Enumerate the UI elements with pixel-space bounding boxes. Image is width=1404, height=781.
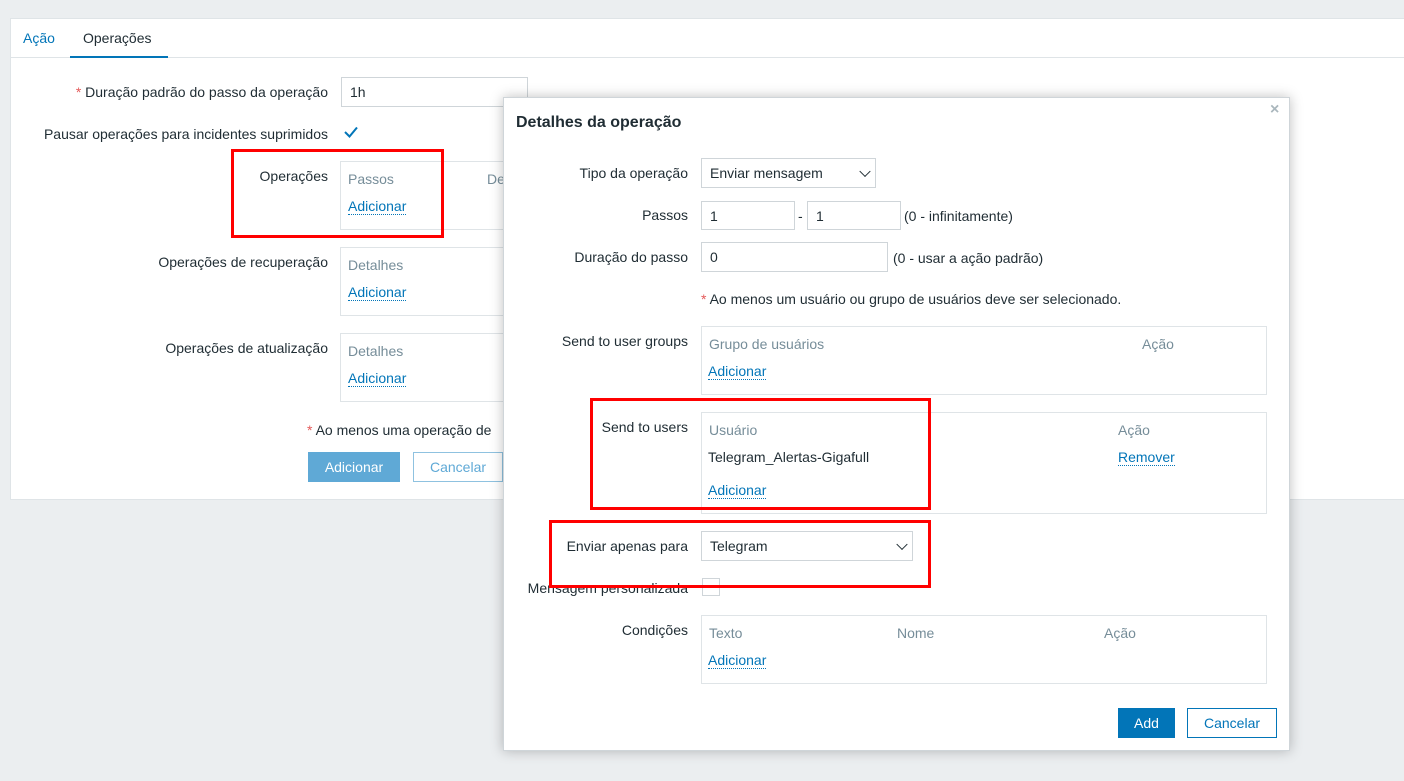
operations-add-link[interactable]: Adicionar bbox=[348, 198, 407, 215]
active-tab-indicator bbox=[70, 56, 168, 58]
send-only-to-select[interactable]: Telegram bbox=[701, 531, 913, 561]
users-row-remove-link[interactable]: Remover bbox=[1118, 449, 1175, 466]
user-groups-add-link[interactable]: Adicionar bbox=[708, 363, 767, 380]
send-only-to-label: Enviar apenas para bbox=[566, 538, 688, 554]
operations-required-note: * Ao menos uma operação de bbox=[307, 422, 492, 438]
pause-suppressed-checkbox[interactable] bbox=[342, 123, 360, 141]
conditions-col-name: Nome bbox=[897, 625, 935, 641]
chevron-down-icon bbox=[859, 165, 871, 178]
default-step-duration-label: * Duração padrão do passo da operação bbox=[75, 84, 328, 100]
tab-operacoes[interactable]: Operações bbox=[83, 30, 151, 46]
step-duration-input[interactable]: 0 bbox=[701, 242, 888, 272]
steps-from-input[interactable]: 1 bbox=[701, 201, 795, 230]
checkmark-icon bbox=[344, 126, 358, 138]
chevron-down-icon bbox=[896, 538, 908, 551]
recovery-operations-label: Operações de recuperação bbox=[158, 254, 328, 270]
form-add-button[interactable]: Adicionar bbox=[308, 452, 400, 482]
steps-label: Passos bbox=[642, 207, 688, 223]
recovery-add-link[interactable]: Adicionar bbox=[348, 284, 407, 301]
users-col-user: Usuário bbox=[709, 422, 758, 438]
update-add-link[interactable]: Adicionar bbox=[348, 370, 407, 387]
operations-col-passos: Passos bbox=[348, 171, 394, 187]
user-required-note: * Ao menos um usuário ou grupo de usuári… bbox=[701, 291, 1122, 307]
users-col-action: Ação bbox=[1118, 422, 1150, 438]
tab-bar bbox=[10, 18, 1404, 58]
conditions-col-text: Texto bbox=[709, 625, 743, 641]
step-duration-hint: (0 - usar a ação padrão) bbox=[893, 250, 1044, 266]
dialog-title: Detalhes da operação bbox=[516, 114, 682, 131]
conditions-col-action: Ação bbox=[1104, 625, 1136, 641]
user-groups-col-action: Ação bbox=[1142, 336, 1174, 352]
custom-message-checkbox[interactable] bbox=[702, 578, 720, 596]
top-strip bbox=[0, 0, 1404, 5]
pause-suppressed-label: Pausar operações para incidentes suprimi… bbox=[43, 126, 328, 142]
users-row-name: Telegram_Alertas-Gigafull bbox=[708, 449, 870, 465]
custom-message-label: Mensagem personalizada bbox=[527, 580, 688, 596]
operations-label: Operações bbox=[259, 168, 328, 184]
form-cancel-button[interactable]: Cancelar bbox=[413, 452, 503, 482]
required-asterisk: * bbox=[75, 84, 82, 100]
close-icon[interactable]: × bbox=[1270, 102, 1279, 118]
operation-type-select[interactable]: Enviar mensagem bbox=[701, 158, 876, 188]
recovery-col-detalhes: Detalhes bbox=[348, 257, 404, 273]
steps-separator: - bbox=[798, 208, 803, 224]
steps-hint: (0 - infinitamente) bbox=[904, 208, 1013, 224]
users-add-link[interactable]: Adicionar bbox=[708, 482, 767, 499]
conditions-label: Condições bbox=[621, 622, 688, 638]
update-operations-label: Operações de atualização bbox=[165, 340, 328, 356]
user-groups-col-group: Grupo de usuários bbox=[709, 336, 825, 352]
user-groups-label: Send to user groups bbox=[561, 333, 688, 349]
dialog-cancel-button[interactable]: Cancelar bbox=[1187, 708, 1277, 738]
conditions-table bbox=[701, 615, 1267, 684]
step-duration-label: Duração do passo bbox=[574, 249, 688, 265]
dialog-add-button[interactable]: Add bbox=[1118, 708, 1175, 738]
conditions-add-link[interactable]: Adicionar bbox=[708, 652, 767, 669]
tab-acao[interactable]: Ação bbox=[23, 30, 55, 46]
default-step-duration-input[interactable]: 1h bbox=[341, 77, 528, 107]
operation-type-label: Tipo da operação bbox=[579, 165, 688, 181]
update-col-detalhes: Detalhes bbox=[348, 343, 404, 359]
users-label: Send to users bbox=[601, 419, 688, 435]
steps-to-input[interactable]: 1 bbox=[807, 201, 901, 230]
